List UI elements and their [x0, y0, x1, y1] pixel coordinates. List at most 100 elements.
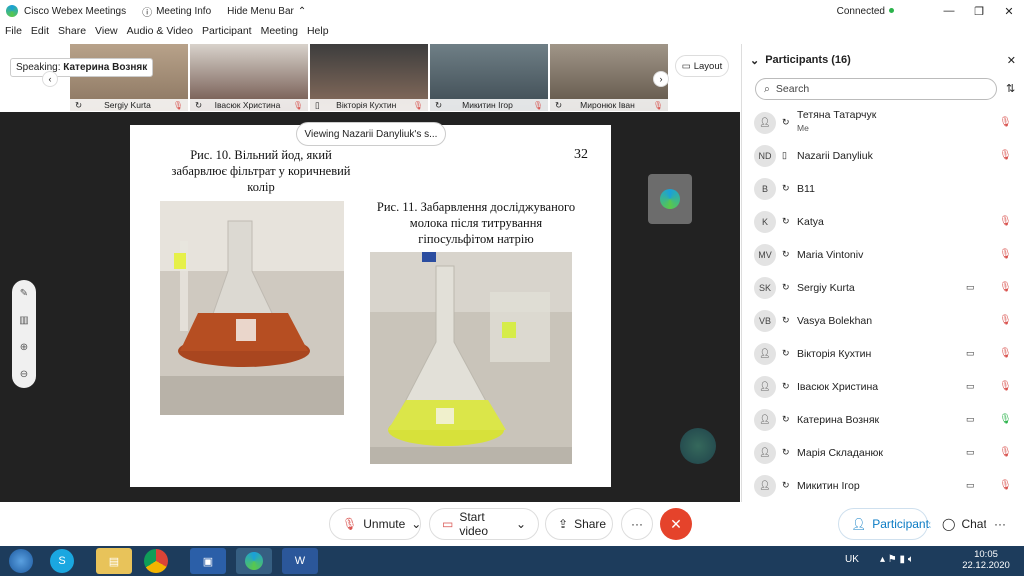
- skype-taskbar-icon[interactable]: S: [50, 549, 74, 573]
- participant-row[interactable]: ND Nazarii Danyliuk ▯ 🎙︎: [742, 139, 1024, 172]
- hide-menu-bar-button[interactable]: Hide Menu Bar ⌃: [227, 6, 306, 17]
- mic-muted-icon[interactable]: 🎙︎: [999, 315, 1012, 326]
- share-button[interactable]: ⇪ Share: [545, 508, 613, 540]
- sort-icon[interactable]: ⇅: [1006, 82, 1015, 95]
- mic-muted-icon[interactable]: 🎙︎: [999, 381, 1012, 392]
- audio-connection-icon: ↻: [782, 282, 790, 292]
- annotate-pen-icon[interactable]: ✎: [20, 288, 28, 299]
- windows-taskbar: S ▤ ▣ W UK ▴ ⚑ ▮ 🔈︎ 10:05 22.12.2020: [0, 546, 1024, 576]
- mic-muted-icon: 🎙︎: [412, 100, 423, 110]
- video-thumbnail[interactable]: ▯ Вікторія Кухтин 🎙︎: [310, 44, 428, 111]
- close-window-button[interactable]: ✕: [994, 5, 1024, 18]
- avatar: 👤︎: [754, 474, 776, 497]
- word-taskbar-icon[interactable]: W: [282, 548, 318, 574]
- chat-button[interactable]: ◯ Chat: [930, 508, 987, 540]
- menu-audio-video[interactable]: Audio & Video: [127, 25, 193, 43]
- thumbnail-name: Sergiy Kurta: [104, 100, 151, 110]
- avatar: 👤︎: [754, 375, 776, 398]
- video-thumbnail[interactable]: ↻ Миронюк Іван 🎙︎: [550, 44, 668, 111]
- participant-row[interactable]: 👤︎ Вікторія Кухтин ↻ ▭ 🎙︎: [742, 337, 1024, 370]
- audio-connection-icon: ↻: [782, 315, 790, 325]
- video-thumbnail[interactable]: ↻ Івасюк Христина 🎙︎: [190, 44, 308, 111]
- webex-taskbar-icon[interactable]: [236, 548, 272, 574]
- close-panel-icon[interactable]: ✕: [1007, 54, 1016, 67]
- meeting-info-button[interactable]: ⓘ Meeting Info: [142, 4, 211, 19]
- webex-assistant-icon[interactable]: [680, 428, 716, 464]
- shared-content-stage: Viewing Nazarii Danyliuk's s... Рис. 10.…: [0, 112, 740, 502]
- menu-help[interactable]: Help: [307, 25, 329, 43]
- mic-on-icon[interactable]: 🎙︎: [999, 414, 1012, 425]
- participant-row[interactable]: 👤︎ Катерина Возняк ↻ ▭ 🎙︎: [742, 403, 1024, 436]
- minimize-button[interactable]: —: [934, 5, 964, 17]
- menu-file[interactable]: File: [5, 25, 22, 43]
- scroll-right-button[interactable]: ›: [653, 71, 669, 87]
- leave-meeting-button[interactable]: ✕: [660, 508, 692, 540]
- participants-toggle-button[interactable]: 👤︎ Participants: [838, 508, 935, 540]
- close-icon: ✕: [670, 516, 682, 532]
- mic-muted-icon[interactable]: 🎙︎: [999, 150, 1012, 161]
- speaking-indicator: Speaking: Катерина Возняк: [10, 58, 154, 77]
- keyboard-language[interactable]: UK: [845, 554, 859, 565]
- participant-row[interactable]: SK Sergiy Kurta ↻ ▭ 🎙︎: [742, 271, 1024, 304]
- menu-share[interactable]: Share: [58, 25, 86, 43]
- participant-row[interactable]: MV Maria Vintoniv ↻ 🎙︎: [742, 238, 1024, 271]
- mic-muted-icon[interactable]: 🎙︎: [999, 447, 1012, 458]
- tray-icons[interactable]: ▴ ⚑ ▮ 🔈︎: [880, 554, 914, 565]
- video-camera-icon: ▭: [966, 381, 975, 391]
- participant-name: Katya: [797, 215, 824, 228]
- clock-date: 22.12.2020: [962, 560, 1010, 571]
- zoom-out-icon[interactable]: ⊖: [20, 369, 28, 380]
- menu-participant[interactable]: Participant: [202, 25, 252, 43]
- mic-muted-icon[interactable]: 🎙︎: [999, 249, 1012, 260]
- eraser-icon[interactable]: ▥: [19, 315, 28, 326]
- participants-panel-header: ⌄ Participants (16) ✕: [742, 44, 1024, 76]
- participant-name: Nazarii Danyliuk: [797, 149, 873, 162]
- chevron-down-icon[interactable]: ⌄: [750, 54, 759, 67]
- avatar: MV: [754, 243, 776, 266]
- slide-caption-right: Рис. 11. Забарвлення досліджуваного моло…: [376, 200, 576, 246]
- participant-row[interactable]: B B11 ↻: [742, 172, 1024, 205]
- mic-muted-icon[interactable]: 🎙︎: [999, 480, 1012, 491]
- mic-muted-icon[interactable]: 🎙︎: [999, 348, 1012, 359]
- menu-bar: File Edit Share View Audio & Video Parti…: [0, 25, 333, 43]
- participant-row[interactable]: 👤︎ Микитин Ігор ↻ ▭ 🎙︎: [742, 469, 1024, 502]
- video-thumbnail[interactable]: ↻ Sergiy Kurta 🎙︎: [70, 44, 188, 111]
- participant-row[interactable]: 👤︎ Івасюк Христина ↻ ▭ 🎙︎: [742, 370, 1024, 403]
- layout-label: Layout: [693, 60, 723, 72]
- menu-edit[interactable]: Edit: [31, 25, 49, 43]
- participant-name: Катерина Возняк: [797, 413, 880, 426]
- clock[interactable]: 10:05 22.12.2020: [962, 549, 1010, 571]
- participant-row[interactable]: K Katya ↻ 🎙︎: [742, 205, 1024, 238]
- mic-muted-icon: 🎙︎: [652, 100, 663, 110]
- audio-icon: ↻: [195, 99, 203, 110]
- video-thumbnail[interactable]: ↻ Микитин Ігор 🎙︎: [430, 44, 548, 111]
- audio-connection-icon: ↻: [782, 249, 790, 259]
- menu-view[interactable]: View: [95, 25, 118, 43]
- audio-connection-icon: ↻: [782, 183, 790, 193]
- avatar: ND: [754, 144, 776, 167]
- mic-muted-icon[interactable]: 🎙︎: [999, 216, 1012, 227]
- more-options-button[interactable]: ···: [621, 508, 653, 540]
- menu-meeting[interactable]: Meeting: [261, 25, 298, 43]
- participants-search-input[interactable]: ⌕ Search: [755, 78, 997, 100]
- start-button[interactable]: [4, 548, 38, 574]
- chrome-taskbar-icon[interactable]: [144, 549, 168, 573]
- mic-muted-icon[interactable]: 🎙︎: [999, 282, 1012, 293]
- participant-name: Vasya Bolekhan: [797, 314, 873, 327]
- scroll-left-button[interactable]: ‹: [42, 71, 58, 87]
- layout-button[interactable]: ▭ Layout: [675, 55, 729, 77]
- zoom-in-icon[interactable]: ⊕: [20, 342, 28, 353]
- participant-name: Івасюк Христина: [797, 380, 879, 393]
- panel-more-button[interactable]: ···: [986, 508, 1014, 540]
- start-video-button[interactable]: ▭ Start video ⌄: [429, 508, 539, 540]
- participant-row[interactable]: 👤︎ Тетяна Татарчук Me ↻ 🎙︎: [742, 106, 1024, 139]
- mic-muted-icon[interactable]: 🎙︎: [999, 117, 1012, 128]
- save-app-taskbar-icon[interactable]: ▣: [190, 548, 226, 574]
- file-explorer-taskbar-icon[interactable]: ▤: [96, 548, 132, 574]
- restore-button[interactable]: ❐: [964, 5, 994, 18]
- participant-row[interactable]: VB Vasya Bolekhan ↻ 🎙︎: [742, 304, 1024, 337]
- chevron-down-icon[interactable]: ⌄: [411, 517, 421, 531]
- participant-row[interactable]: 👤︎ Марія Складанюк ↻ ▭ 🎙︎: [742, 436, 1024, 469]
- unmute-button[interactable]: 🎙︎ Unmute ⌄: [329, 508, 421, 540]
- chevron-down-icon[interactable]: ⌄: [516, 517, 526, 531]
